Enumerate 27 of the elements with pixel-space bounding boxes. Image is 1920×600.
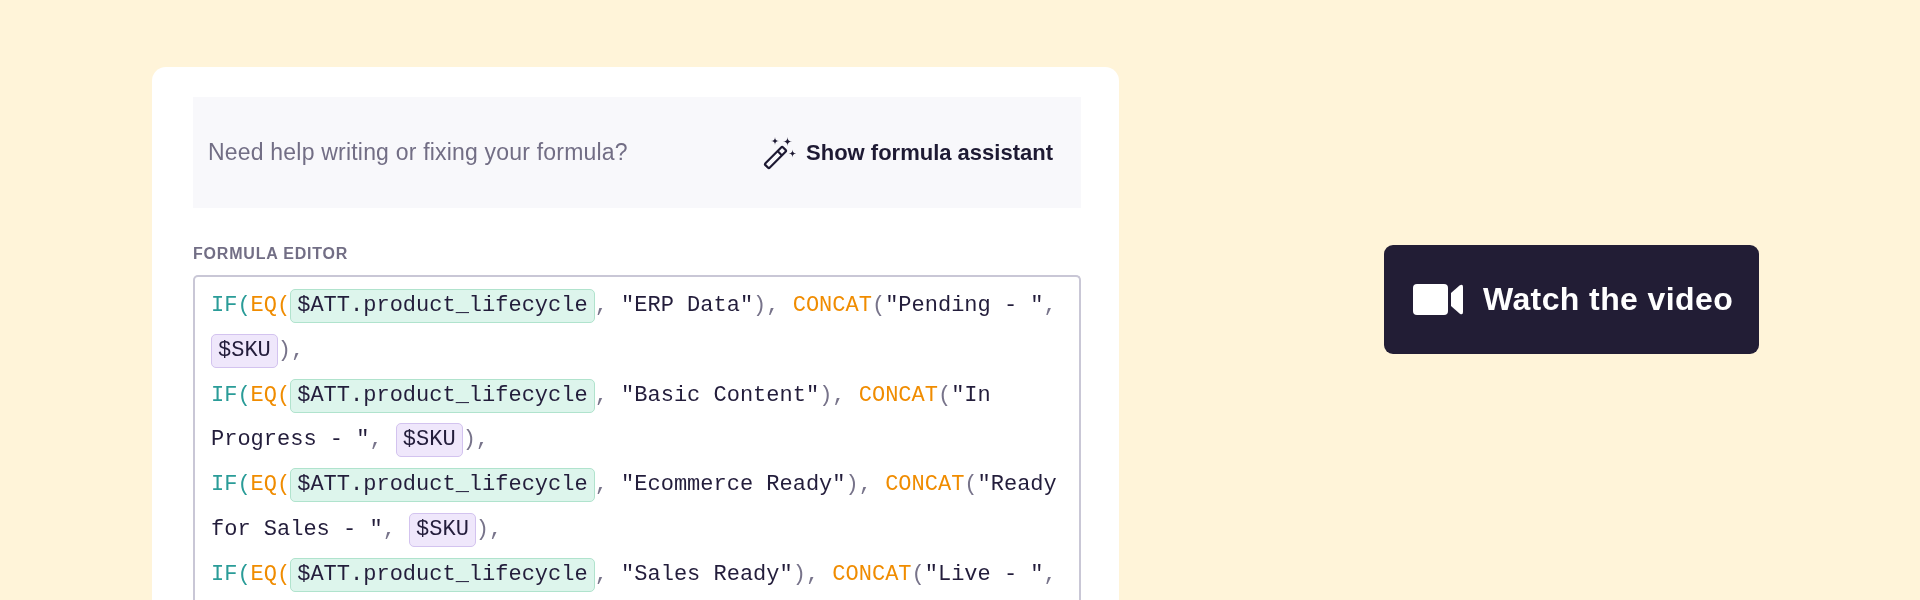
code-text: , "Sales Ready"), CONCAT("Live - ", [594,561,1057,587]
code-text: , "ERP Data"), CONCAT("Pending - ", [594,293,1057,318]
variable-chip: $SKU [395,423,463,458]
help-text: Need help writing or fixing your formula? [208,139,628,166]
watch-video-button[interactable]: Watch the video [1384,245,1760,354]
code-text: ), [462,427,490,453]
code-text: IF(EQ( [211,382,291,408]
code-text: ), [277,337,305,363]
attribute-chip: $ATT.product_lifecycle [290,468,595,503]
code-text: IF(EQ( [211,293,291,318]
code-text: ), [475,517,503,542]
code-text: , "Basic Content"), CONCAT("In [594,382,991,408]
editor-label: FORMULA EDITOR [193,244,349,264]
code-text: Progress - ", [211,427,384,453]
attribute-chip: $ATT.product_lifecycle [290,289,595,323]
code-text: for Sales - ", [211,517,397,542]
code-text: IF(EQ( [211,561,291,587]
attribute-chip: $ATT.product_lifecycle [290,557,595,592]
video-camera-icon [1413,284,1463,315]
attribute-chip: $ATT.product_lifecycle [290,378,595,413]
variable-chip: $SKU [211,333,278,368]
variable-chip: $SKU [409,513,476,547]
formula-assistant-button[interactable]: Show formula assistant [763,135,1053,170]
magic-wand-icon [763,135,798,170]
code-text: , "Ecommerce Ready"), CONCAT("Ready [594,472,1057,498]
formula-editor-field[interactable] [193,275,1081,600]
code-text: IF(EQ( [211,472,291,498]
